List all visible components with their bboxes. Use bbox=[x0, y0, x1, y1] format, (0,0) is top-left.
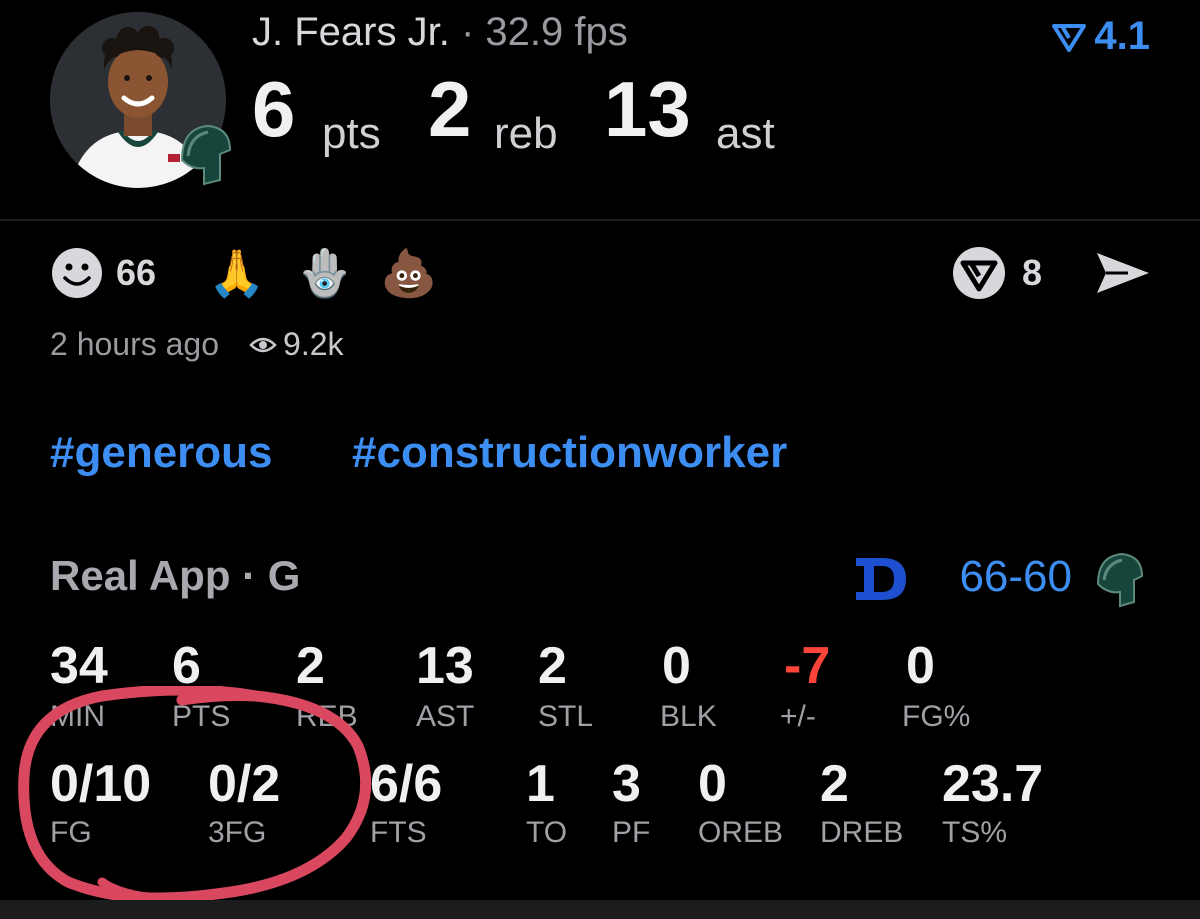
stat-min-value: 34 bbox=[50, 637, 108, 695]
score-team: 66 bbox=[959, 552, 1009, 601]
spartan-logo-icon bbox=[174, 120, 236, 190]
header-divider bbox=[0, 219, 1200, 221]
stat-reb-value: 2 bbox=[296, 637, 325, 695]
annotation-circle bbox=[6, 684, 376, 912]
stat-stl-label: STL bbox=[538, 700, 594, 733]
stat-stl-value: 2 bbox=[538, 637, 567, 695]
game-score: 66-60 bbox=[959, 552, 1072, 602]
spartan-logo-icon bbox=[1092, 550, 1148, 608]
player-title-line: J. Fears Jr. · 32.9 fps bbox=[252, 10, 628, 55]
stat-dreb-value: 2 bbox=[820, 755, 849, 813]
real-logo-icon bbox=[953, 247, 1005, 299]
real-share-button[interactable]: 8 bbox=[950, 247, 1043, 299]
eye-icon bbox=[249, 337, 277, 352]
pts-label: pts bbox=[322, 109, 381, 158]
stat-to-label: TO bbox=[526, 816, 568, 849]
stat-to-value: 1 bbox=[526, 755, 555, 813]
stat-blk-label: BLK bbox=[660, 700, 717, 733]
stat-oreb-value: 0 bbox=[698, 755, 727, 813]
stat-ast-value: 13 bbox=[416, 637, 474, 695]
stat-ts-pct-label: TS% bbox=[942, 816, 1008, 849]
send-button[interactable] bbox=[1094, 248, 1152, 298]
smile-count: 66 bbox=[116, 252, 157, 293]
stat-fg-pct-label: FG% bbox=[902, 700, 971, 733]
score-opponent: 60 bbox=[1023, 552, 1072, 601]
smile-reaction-button[interactable]: 66 bbox=[50, 248, 156, 298]
stat-blk-value: 0 bbox=[662, 637, 691, 695]
rating-badge[interactable]: 4.1 bbox=[1052, 14, 1150, 59]
stat-plus-minus-label: +/- bbox=[780, 700, 816, 733]
ast-label: ast bbox=[716, 109, 775, 158]
praying-hands-emoji[interactable]: 🙏 bbox=[208, 248, 265, 298]
hashtag-generous[interactable]: #generous bbox=[50, 428, 273, 478]
player-name[interactable]: J. Fears Jr. bbox=[252, 10, 450, 54]
ast-value: 13 bbox=[604, 65, 691, 153]
smile-icon bbox=[52, 248, 102, 298]
stat-fts-label: FTS bbox=[370, 816, 427, 849]
stat-pf-label: PF bbox=[612, 816, 651, 849]
poop-emoji[interactable]: 💩 bbox=[380, 248, 437, 298]
stat-ast-label: AST bbox=[416, 700, 475, 733]
post-time: 2 hours ago bbox=[50, 326, 220, 362]
real-rating-icon bbox=[1052, 23, 1087, 52]
stat-ts-pct-value: 23.7 bbox=[942, 755, 1044, 813]
rating-value: 4.1 bbox=[1094, 14, 1150, 58]
duke-logo-icon bbox=[852, 556, 910, 602]
fantasy-points: 32.9 fps bbox=[485, 10, 628, 54]
bottom-bar bbox=[0, 900, 1200, 919]
stat-fts-value: 6/6 bbox=[370, 755, 443, 813]
stat-dreb-label: DREB bbox=[820, 816, 904, 849]
stat-oreb-label: OREB bbox=[698, 816, 784, 849]
score-separator: - bbox=[1008, 552, 1024, 601]
post-meta: 2 hours ago 9.2k bbox=[50, 326, 344, 363]
stat-pf-value: 3 bbox=[612, 755, 641, 813]
stat-plus-minus-value: -7 bbox=[784, 637, 831, 695]
view-count: 9.2k bbox=[283, 326, 344, 362]
stat-pts-value: 6 bbox=[172, 637, 201, 695]
send-icon bbox=[1097, 253, 1149, 293]
pts-value: 6 bbox=[252, 65, 296, 153]
reb-label: reb bbox=[494, 109, 558, 158]
hamsa-emoji[interactable]: 🪬 bbox=[296, 248, 353, 298]
separator-dot: · bbox=[460, 10, 475, 54]
hashtag-constructionworker[interactable]: #constructionworker bbox=[352, 428, 787, 478]
stat-fg-pct-value: 0 bbox=[906, 637, 935, 695]
game-source: Real App · G bbox=[50, 552, 301, 599]
share-count: 8 bbox=[1022, 252, 1043, 293]
reb-value: 2 bbox=[428, 65, 472, 153]
view-count-group: 9.2k bbox=[249, 326, 344, 363]
